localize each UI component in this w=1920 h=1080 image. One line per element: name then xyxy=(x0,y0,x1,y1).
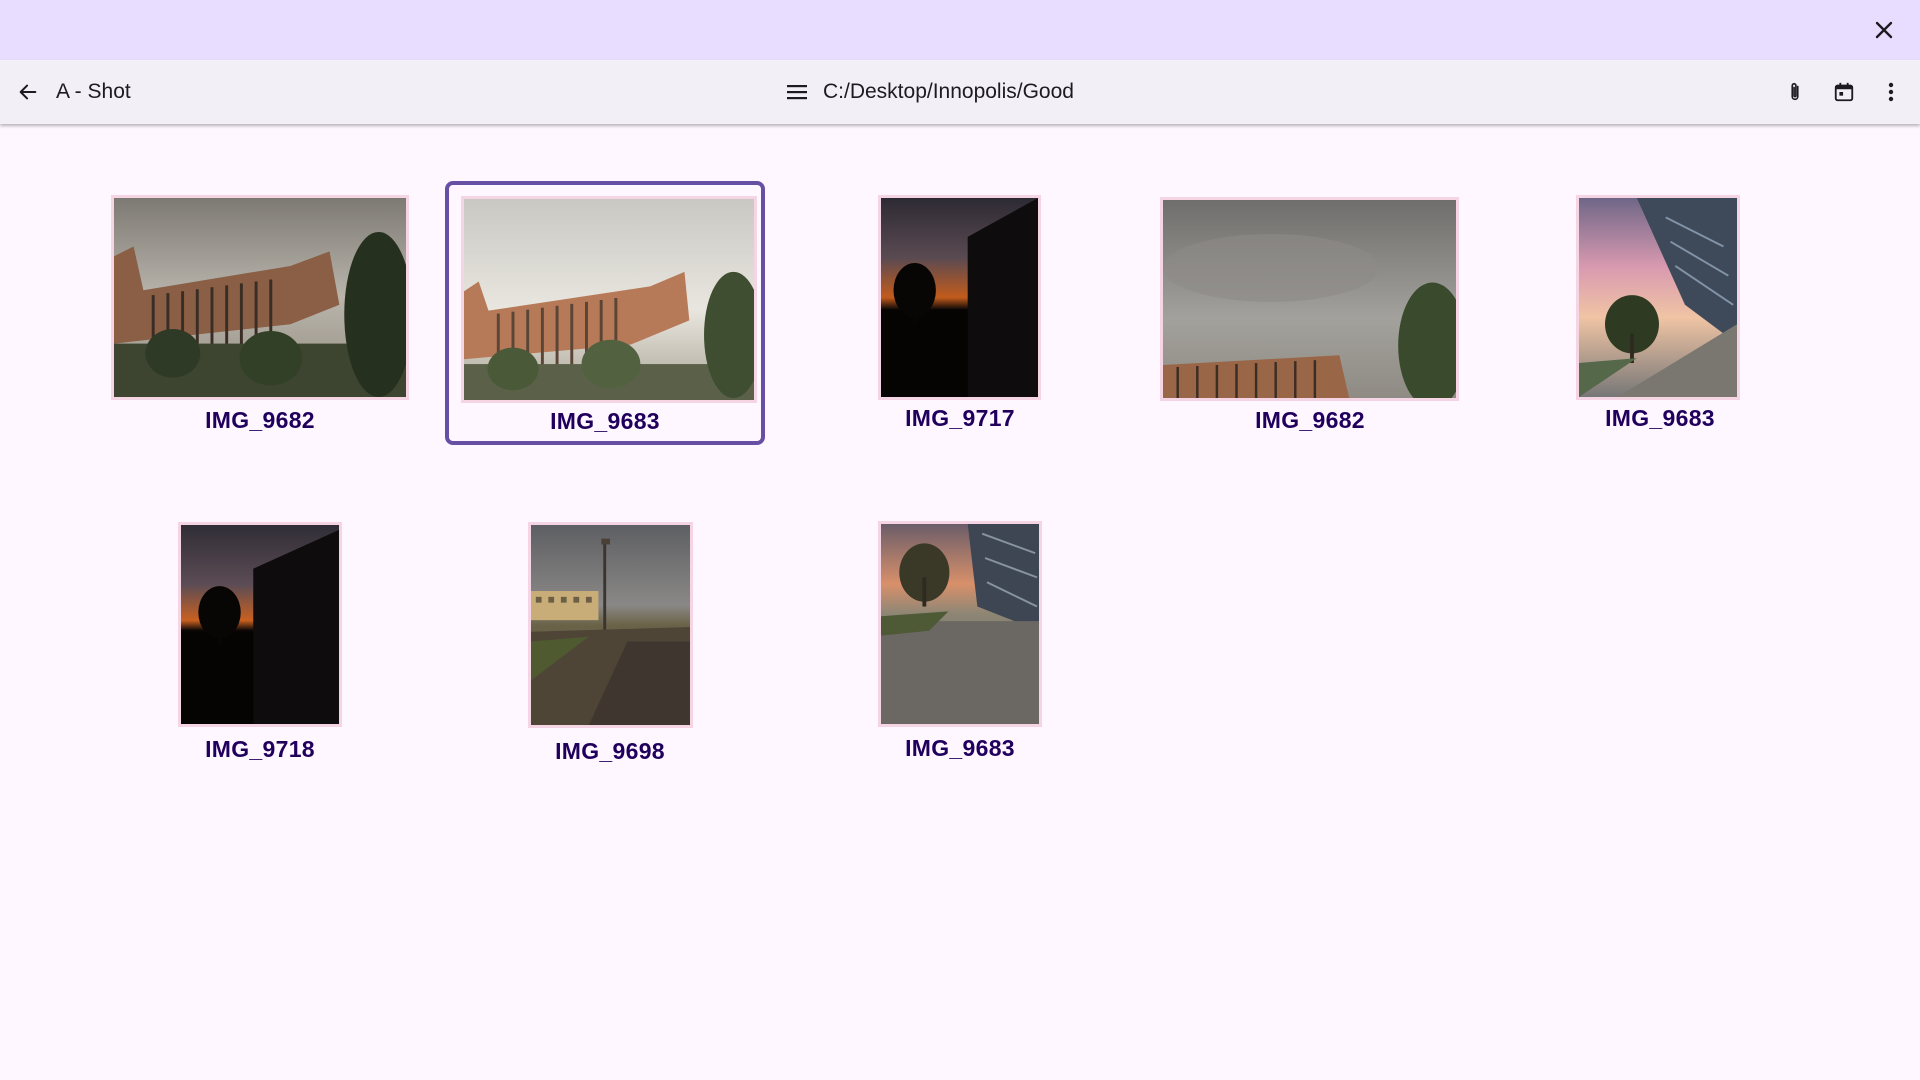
title-bar xyxy=(0,0,1920,60)
app-title: A - Shot xyxy=(56,80,131,103)
photo-name: IMG_9683 xyxy=(1605,405,1715,431)
photo-name: IMG_9682 xyxy=(1255,407,1365,433)
photo-tile[interactable]: IMG_9682 xyxy=(100,181,420,445)
photo-tile[interactable]: IMG_9682 xyxy=(1150,181,1470,445)
photo-thumbnail xyxy=(878,521,1042,727)
photo-thumbnail xyxy=(1576,195,1740,400)
close-icon[interactable] xyxy=(1866,12,1902,48)
hamburger-menu-icon[interactable] xyxy=(782,74,812,110)
photo-thumbnail xyxy=(461,196,757,403)
photo-thumbnail xyxy=(1160,197,1459,401)
photo-name: IMG_9718 xyxy=(205,736,315,762)
paperclip-icon[interactable] xyxy=(1777,74,1813,110)
photo-thumbnail xyxy=(111,195,409,400)
more-vertical-icon[interactable] xyxy=(1873,74,1909,110)
photo-tile[interactable]: IMG_9683 xyxy=(800,507,1120,771)
photo-name: IMG_9698 xyxy=(555,738,665,764)
calendar-icon[interactable] xyxy=(1826,74,1862,110)
photo-thumbnail xyxy=(178,522,342,727)
top-app-bar: A - Shot C:/Desktop/Innopolis/Good xyxy=(0,60,1920,124)
photo-name: IMG_9682 xyxy=(205,407,315,433)
photo-thumbnail xyxy=(528,522,693,728)
path-breadcrumb: C:/Desktop/Innopolis/Good xyxy=(782,74,1074,110)
photo-tile[interactable]: IMG_9683 xyxy=(1500,181,1820,445)
photo-tile[interactable]: IMG_9718 xyxy=(100,507,420,771)
photo-tile-selected[interactable]: IMG_9683 xyxy=(445,181,765,445)
arrow-left-icon[interactable] xyxy=(10,74,46,110)
photo-name: IMG_9717 xyxy=(905,405,1015,431)
photo-grid: IMG_9682 IMG_9683 IMG_9717 IMG_9682 IMG_… xyxy=(0,124,1920,1080)
photo-tile[interactable]: IMG_9698 xyxy=(450,507,770,771)
photo-name: IMG_9683 xyxy=(550,408,660,434)
current-path: C:/Desktop/Innopolis/Good xyxy=(823,80,1074,103)
photo-thumbnail xyxy=(878,195,1041,400)
photo-name: IMG_9683 xyxy=(905,735,1015,761)
photo-tile[interactable]: IMG_9717 xyxy=(800,181,1120,445)
